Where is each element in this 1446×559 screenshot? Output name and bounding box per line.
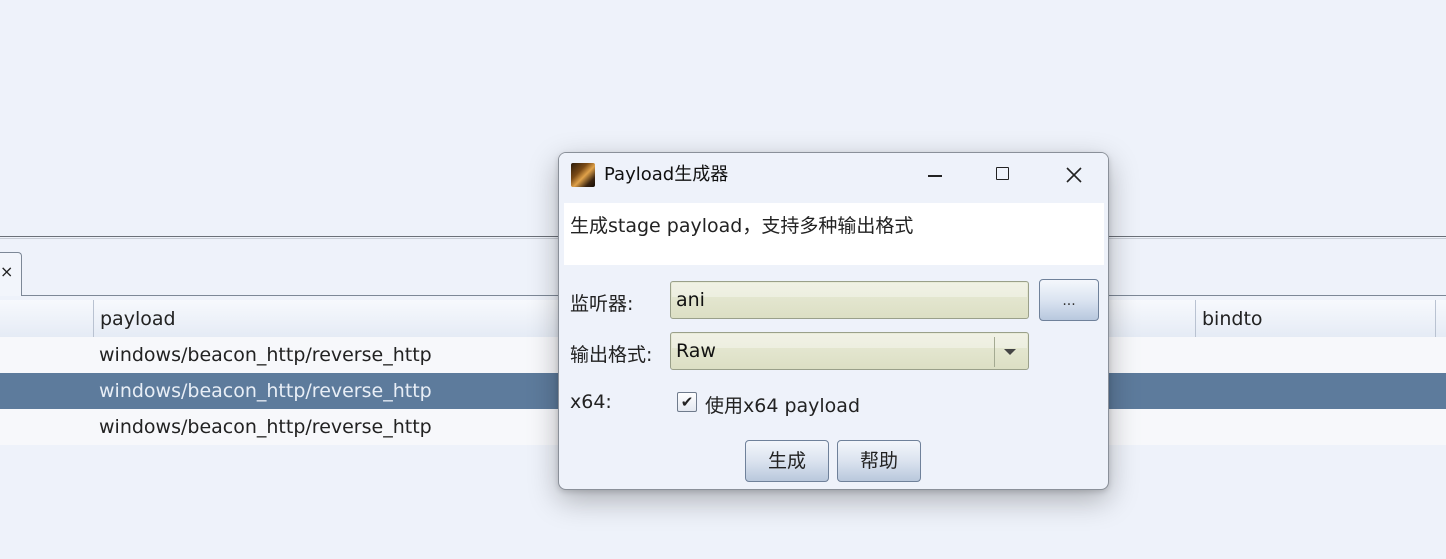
payload-cell: windows/beacon_http/reverse_http [99,416,432,438]
checkmark-icon: ✔ [680,393,694,411]
minimize-button[interactable] [904,153,964,197]
field-highlight [672,334,1027,348]
x64-checkbox[interactable]: ✔ [677,392,697,412]
column-header-empty[interactable] [0,300,93,337]
payload-generator-dialog: Payload生成器 生成stage payload，支持多种输出格式 监听器:… [558,152,1109,490]
description-panel: 生成stage payload，支持多种输出格式 [564,203,1104,265]
payload-cell: windows/beacon_http/reverse_http [99,344,432,366]
browse-listener-button[interactable]: ... [1039,279,1099,321]
x64-checkbox-label[interactable]: 使用x64 payload [705,391,860,418]
minimize-icon [928,175,942,177]
description-text: 生成stage payload，支持多种输出格式 [570,215,914,237]
close-button[interactable] [1044,153,1104,197]
dialog-title: Payload生成器 [604,164,729,185]
listener-value: ani [676,289,705,311]
column-header-bindto[interactable]: bindto [1195,300,1435,337]
tab-close-button[interactable]: × [0,252,22,296]
maximize-icon [996,167,1009,180]
format-label: 输出格式: [570,344,653,366]
format-dropdown[interactable]: Raw [670,332,1029,370]
maximize-button[interactable] [974,153,1034,197]
listener-label: 监听器: [570,293,634,315]
help-button[interactable]: 帮助 [837,440,921,482]
x64-label: x64: [570,391,612,413]
column-header-partial[interactable] [1435,300,1446,337]
close-icon: × [0,262,14,281]
field-highlight [672,283,1027,297]
dropdown-separator [994,337,995,367]
listener-field[interactable]: ani [670,281,1029,319]
payload-cell: windows/beacon_http/reverse_http [99,380,432,402]
close-icon [1066,167,1082,183]
app-icon [571,163,595,187]
dialog-titlebar[interactable]: Payload生成器 [559,153,1108,197]
format-value: Raw [676,340,716,362]
chevron-down-icon[interactable] [1004,349,1016,355]
generate-button[interactable]: 生成 [745,440,829,482]
